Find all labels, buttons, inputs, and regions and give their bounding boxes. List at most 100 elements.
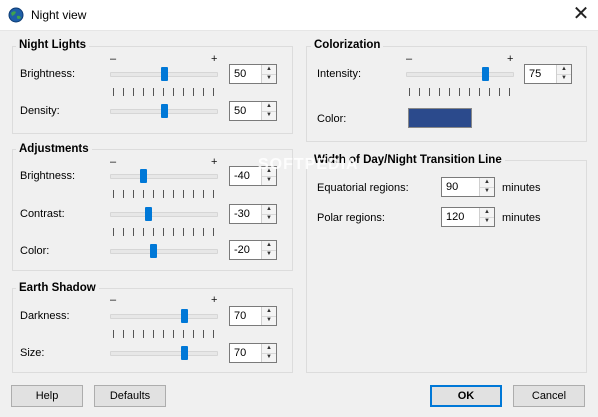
slider-tick [143,88,144,96]
slider-thumb[interactable] [150,244,157,258]
spin-buttons: ▲ ▼ [479,208,494,226]
slider-track[interactable] [406,72,514,77]
slider-thumb[interactable] [145,207,152,221]
spin-down-icon[interactable]: ▼ [480,187,494,196]
slider-tick [449,88,450,96]
slider-tick [429,88,430,96]
spin-down-icon[interactable]: ▼ [557,74,571,83]
slider-tick [113,88,114,96]
slider-thumb[interactable] [140,169,147,183]
slider-thumb[interactable] [482,67,489,81]
earth-shadow-size-slider[interactable] [110,343,218,363]
slider-tick [419,88,420,96]
adjustments-color-input[interactable]: -20 ▲ ▼ [229,240,277,260]
night-lights-density-value: 50 [234,105,247,117]
colorization-intensity-input[interactable]: 75 ▲ ▼ [524,64,572,84]
night-lights-density-input[interactable]: 50 ▲ ▼ [229,101,277,121]
spin-down-icon[interactable]: ▼ [262,74,276,83]
night-lights-brightness-value: 50 [234,68,247,80]
spin-down-icon[interactable]: ▼ [262,176,276,185]
colorization-title: Colorization [311,39,384,51]
adjustments-contrast-label: Contrast: [20,208,65,220]
slider-tick [123,190,124,198]
adjustments-contrast-value: -30 [234,208,250,220]
slider-tick [123,330,124,338]
ok-button[interactable]: OK [430,385,502,407]
slider-tick [469,88,470,96]
slider-track[interactable] [110,174,218,179]
close-icon[interactable]: ✕ [568,4,594,26]
slider-tick [113,228,114,236]
equatorial-unit: minutes [502,182,541,194]
slider-tick [163,88,164,96]
adjustments-brightness-value: -40 [234,170,250,182]
help-button[interactable]: Help [11,385,83,407]
slider-tick [409,88,410,96]
slider-tick [133,330,134,338]
adjustments-title: Adjustments [16,143,92,155]
night-lights-title: Night Lights [16,39,90,51]
night-lights-brightness-slider[interactable] [110,64,218,102]
slider-tick [133,190,134,198]
night-lights-brightness-input[interactable]: 50 ▲ ▼ [229,64,277,84]
night-lights-density-slider[interactable] [110,101,218,121]
colorization-color-label: Color: [317,113,347,125]
slider-thumb[interactable] [181,309,188,323]
slider-tick [163,330,164,338]
slider-tick [143,190,144,198]
adjustments-contrast-input[interactable]: -30 ▲ ▼ [229,204,277,224]
globe-icon [8,7,24,23]
slider-thumb[interactable] [161,67,168,81]
earth-shadow-darkness-value: 70 [234,310,247,322]
earth-shadow-title: Earth Shadow [16,282,99,294]
slider-tick [439,88,440,96]
slider-track[interactable] [110,314,218,319]
earth-shadow-darkness-input[interactable]: 70 ▲ ▼ [229,306,277,326]
slider-tick [213,228,214,236]
polar-input[interactable]: 120 ▲ ▼ [441,207,495,227]
slider-tick [203,88,204,96]
spin-down-icon[interactable]: ▼ [480,217,494,226]
earth-shadow-darkness-slider[interactable] [110,306,218,344]
slider-tick [133,228,134,236]
spin-down-icon[interactable]: ▼ [262,316,276,325]
slider-tick [489,88,490,96]
slider-tick [193,88,194,96]
slider-tick [479,88,480,96]
title-bar [0,0,598,31]
slider-tick [193,228,194,236]
equatorial-input[interactable]: 90 ▲ ▼ [441,177,495,197]
colorization-intensity-value: 75 [529,68,542,80]
colorization-color-swatch[interactable] [408,108,472,128]
slider-thumb[interactable] [161,104,168,118]
slider-tick [153,228,154,236]
adjustments-contrast-slider[interactable] [110,204,218,242]
spin-buttons: ▲ ▼ [261,344,276,362]
slider-tick [183,88,184,96]
slider-thumb[interactable] [181,346,188,360]
slider-track[interactable] [110,212,218,217]
equatorial-label: Equatorial regions: [317,182,409,194]
spin-buttons: ▲ ▼ [261,205,276,223]
spin-buttons: ▲ ▼ [556,65,571,83]
polar-value: 120 [446,211,465,223]
adjustments-color-label: Color: [20,245,50,257]
colorization-intensity-label: Intensity: [317,68,362,80]
colorization-intensity-slider[interactable] [406,64,514,102]
spin-down-icon[interactable]: ▼ [262,111,276,120]
cancel-button[interactable]: Cancel [513,385,585,407]
adjustments-brightness-slider[interactable] [110,166,218,204]
spin-buttons: ▲ ▼ [261,65,276,83]
spin-buttons: ▲ ▼ [479,178,494,196]
spin-down-icon[interactable]: ▼ [262,353,276,362]
adjustments-color-slider[interactable] [110,241,218,261]
defaults-button[interactable]: Defaults [94,385,166,407]
spin-down-icon[interactable]: ▼ [262,214,276,223]
slider-track[interactable] [110,249,218,254]
slider-tick [123,88,124,96]
slider-tick [153,190,154,198]
spin-down-icon[interactable]: ▼ [262,250,276,259]
earth-shadow-minus: – [110,294,117,306]
slider-track[interactable] [110,351,218,356]
earth-shadow-size-input[interactable]: 70 ▲ ▼ [229,343,277,363]
